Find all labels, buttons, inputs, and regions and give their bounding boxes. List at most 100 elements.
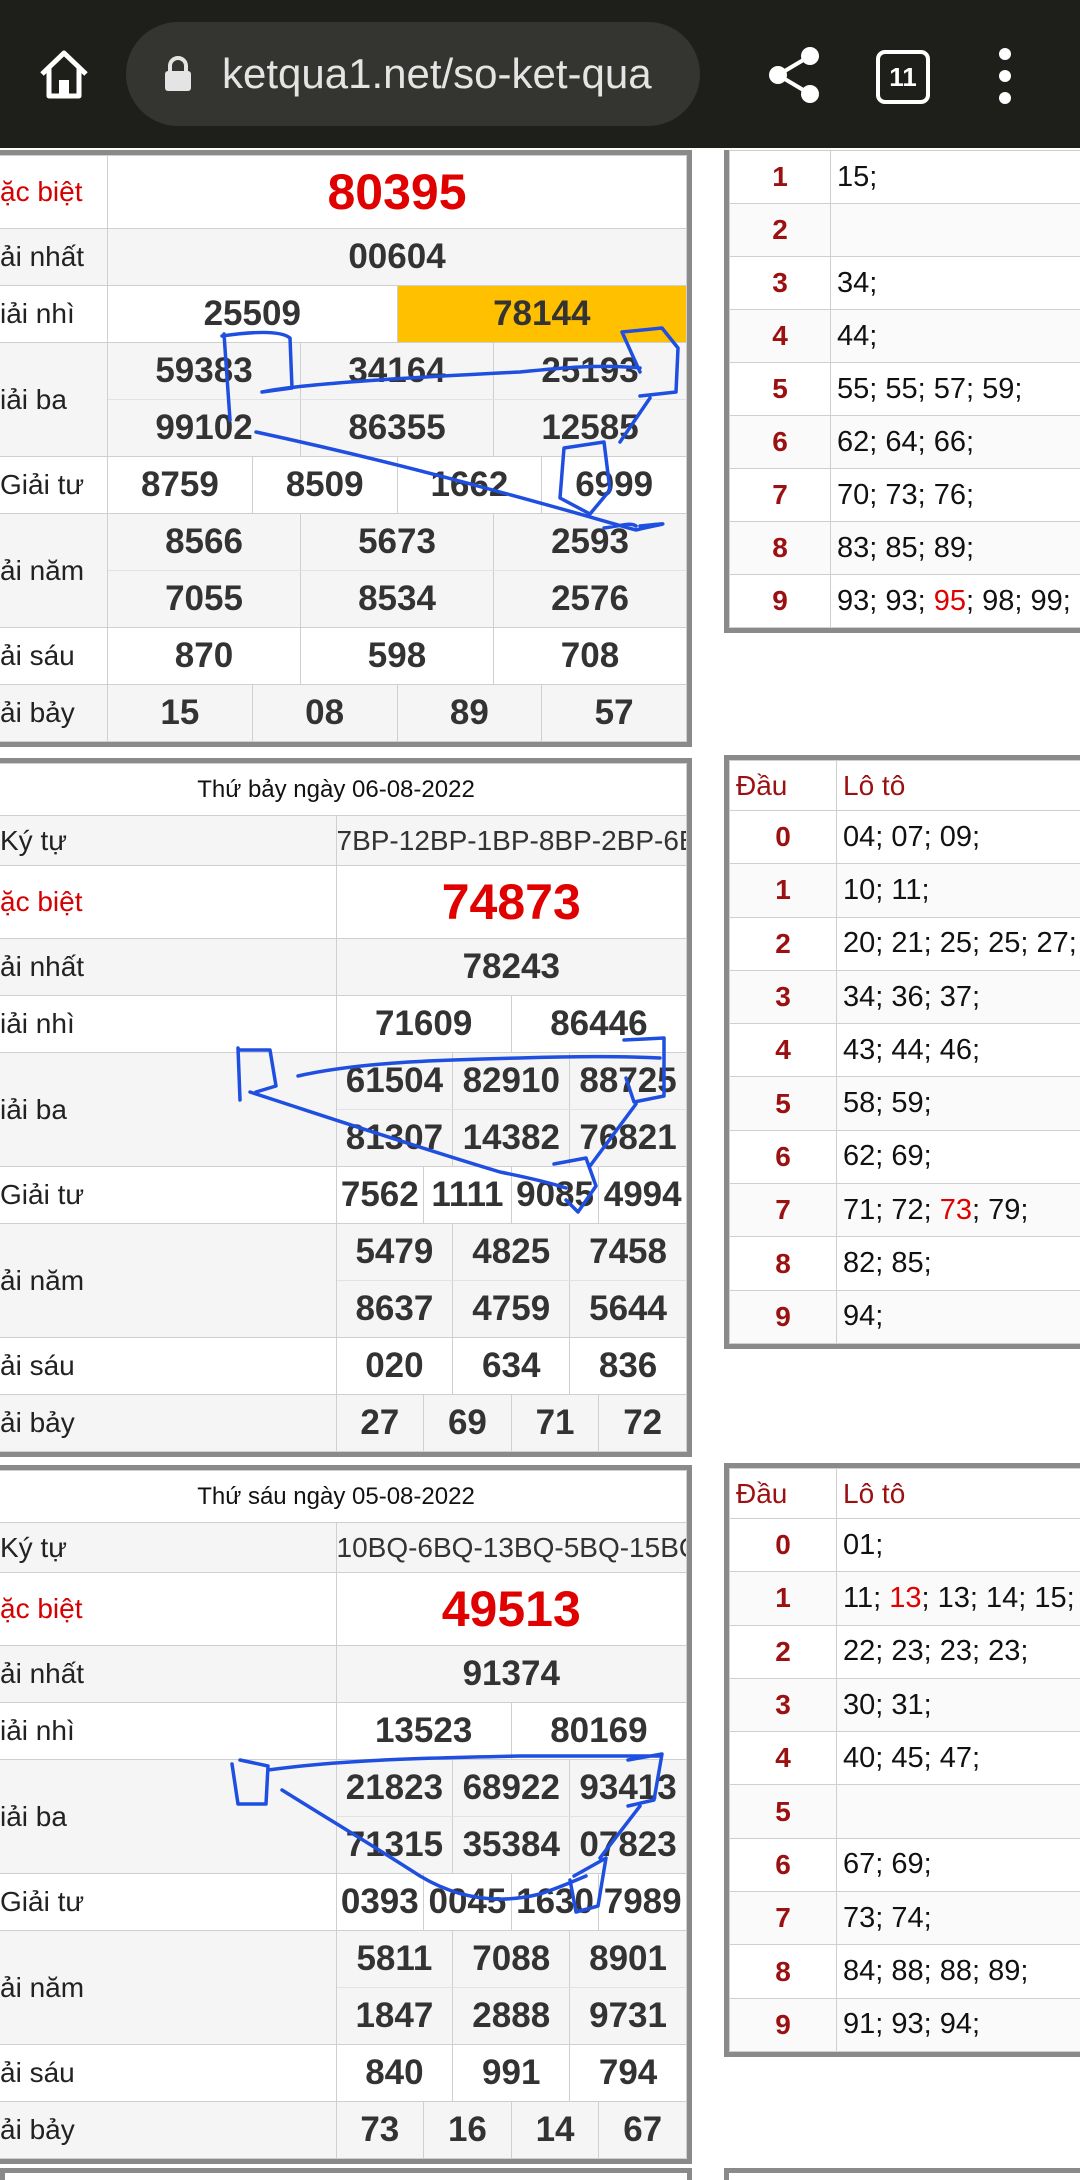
prize-label: iải ba bbox=[0, 1052, 337, 1167]
dau-digit: 3 bbox=[729, 256, 831, 310]
prize-number: 7055 bbox=[165, 579, 243, 618]
prize-label: ải năm bbox=[0, 513, 108, 628]
result-table: ặc biệt 80395 ải nhất 00604 iải nhì 25509 7814… bbox=[0, 150, 692, 747]
result-table: Thứ sáu ngày 05-08-2022 Ký tự 10BQ-6BQ-13B… bbox=[0, 1465, 692, 2164]
dau-digit: 9 bbox=[729, 1289, 837, 1344]
kytu-label: Ký tự bbox=[0, 815, 337, 866]
dau-digit: 6 bbox=[729, 1129, 837, 1185]
loto-row: 43; 44; 46; bbox=[836, 1023, 1080, 1078]
loto-numbers: 67; 69; bbox=[843, 1848, 932, 1881]
browser-toolbar: ketqua1.net/so-ket-qua 11 bbox=[0, 0, 1080, 148]
prize-number: 00604 bbox=[348, 237, 446, 276]
prize-label: Giải tư bbox=[0, 1166, 337, 1224]
loto-row: 62; 64; 66; bbox=[830, 415, 1080, 469]
loto-numbers: 43; 44; 46; bbox=[843, 1033, 981, 1066]
dau-digit: 7 bbox=[729, 1183, 837, 1238]
prize-number: 89 bbox=[396, 685, 542, 741]
prize-number: 07823 bbox=[569, 1817, 685, 1873]
loto-row: 01; bbox=[836, 1517, 1080, 1573]
url-text[interactable]: ketqua1.net/so-ket-qua bbox=[222, 22, 692, 126]
prize-number: 840 bbox=[365, 2053, 424, 2092]
loto-numbers: 04; 07; 09; bbox=[843, 820, 981, 853]
share-icon[interactable] bbox=[760, 40, 830, 110]
kytu-value: 10BQ-6BQ-13BQ-5BQ-15BQ-8BQ bbox=[335, 1522, 687, 1573]
loto-numbers: 44; bbox=[837, 319, 878, 352]
loto-numbers: 70; 73; 76; bbox=[837, 478, 975, 511]
dau-digit: 2 bbox=[729, 1624, 837, 1679]
dau-digit: 2 bbox=[729, 916, 837, 971]
prize-number: 5644 bbox=[569, 1281, 685, 1337]
result-grid: ặc biệt 80395 ải nhất 00604 iải nhì 25509 7814… bbox=[0, 155, 687, 742]
kytu-label: Ký tự bbox=[0, 1522, 337, 1573]
prize-number: 8637 bbox=[355, 1289, 434, 1328]
prize-number: 27 bbox=[360, 1403, 400, 1442]
loto-table: Đầu Lô tô 0 04; 07; 09; 1 10; 11; 2 20; 21; 25;… bbox=[724, 755, 1080, 1349]
prize-label: ặc biệt bbox=[0, 865, 337, 939]
loto-grid: Đầu Lô tô 0 04; 07; 09; 1 10; 11; 2 20; 21; 25;… bbox=[729, 760, 1080, 1344]
loto-numbers: 62; 69; bbox=[843, 1140, 932, 1173]
more-vert-icon[interactable] bbox=[990, 44, 1020, 108]
prize-label: ải năm bbox=[0, 1930, 337, 2045]
prize-number: 1630 bbox=[510, 1874, 599, 1930]
prize-number: 7989 bbox=[598, 1874, 685, 1930]
dau-digit: 0 bbox=[729, 1517, 837, 1573]
prize-number: 59383 bbox=[155, 351, 253, 390]
prize-number: 708 bbox=[493, 628, 686, 684]
loto-grid: Đầu Lô tô 0 01; 1 11; 13; 13; 14; 15; 2 22; 23;… bbox=[729, 1468, 1080, 2052]
dau-header: Đầu bbox=[729, 760, 837, 811]
prize-number: 86446 bbox=[510, 996, 686, 1052]
prize-number: 1662 bbox=[396, 457, 542, 513]
home-button[interactable] bbox=[28, 36, 100, 112]
prize-number: 5479 bbox=[355, 1232, 434, 1271]
prize-number: 73 bbox=[360, 2110, 400, 2149]
prize-label: ải năm bbox=[0, 1223, 337, 1338]
loto-header: Lô tô bbox=[836, 1468, 1080, 1519]
prize-number: 9731 bbox=[569, 1988, 685, 2044]
prize-number: 14 bbox=[510, 2102, 599, 2158]
prize-number: 57 bbox=[541, 685, 685, 741]
loto-numbers: ; 13; 14; 15; bbox=[921, 1581, 1075, 1614]
prize-number: 8759 bbox=[140, 465, 219, 504]
prize-label: iải nhì bbox=[0, 285, 108, 343]
dau-digit: 2 bbox=[729, 203, 831, 257]
prize-number: 14382 bbox=[452, 1110, 569, 1166]
dau-digit: 1 bbox=[729, 150, 831, 204]
prize-number: 2888 bbox=[452, 1988, 569, 2044]
loto-numbers: 34; bbox=[837, 266, 878, 299]
prize-label: ặc biệt bbox=[0, 155, 108, 229]
loto-number-special: 95 bbox=[933, 584, 967, 617]
loto-numbers: 58; 59; bbox=[843, 1087, 932, 1120]
loto-header: Lô tô bbox=[836, 760, 1080, 811]
loto-numbers: 83; 85; 89; bbox=[837, 531, 975, 564]
prize-number: 88725 bbox=[569, 1053, 685, 1109]
prize-label: ặc biệt bbox=[0, 1572, 337, 1646]
dau-digit: 5 bbox=[729, 1076, 837, 1131]
loto-numbers: 34; 36; 37; bbox=[843, 980, 981, 1013]
prize-number: 34164 bbox=[300, 343, 493, 399]
prize-number: 634 bbox=[452, 1338, 569, 1394]
loto-numbers: 82; 85; bbox=[843, 1247, 932, 1280]
dau-digit: 9 bbox=[729, 574, 831, 628]
tab-switcher-icon[interactable]: 11 bbox=[876, 50, 930, 104]
prize-number: 61504 bbox=[345, 1061, 444, 1100]
prize-number: 80169 bbox=[510, 1703, 686, 1759]
dau-digit: 9 bbox=[729, 1997, 837, 2052]
prize-number: 72 bbox=[598, 1395, 685, 1451]
prize-number: 93413 bbox=[569, 1760, 685, 1816]
loto-row: 15; bbox=[830, 150, 1080, 204]
dau-digit: 8 bbox=[729, 1236, 837, 1291]
prize-label: ải bảy bbox=[0, 2101, 337, 2159]
prize-number: 020 bbox=[365, 1346, 424, 1385]
loto-row: 94; bbox=[836, 1289, 1080, 1344]
prize-number: 2593 bbox=[493, 514, 686, 570]
prize-number: 870 bbox=[174, 636, 234, 675]
dau-digit: 4 bbox=[729, 1023, 837, 1078]
dau-digit: 1 bbox=[729, 1571, 837, 1626]
loto-row: 83; 85; 89; bbox=[830, 521, 1080, 575]
address-bar[interactable]: ketqua1.net/so-ket-qua bbox=[126, 22, 700, 126]
loto-row: 22; 23; 23; 23; bbox=[836, 1624, 1080, 1679]
prize-number: 69 bbox=[423, 1395, 511, 1451]
prize-number: 86355 bbox=[300, 400, 493, 456]
prize-number: 82910 bbox=[452, 1053, 569, 1109]
loto-numbers: 40; 45; 47; bbox=[843, 1741, 981, 1774]
